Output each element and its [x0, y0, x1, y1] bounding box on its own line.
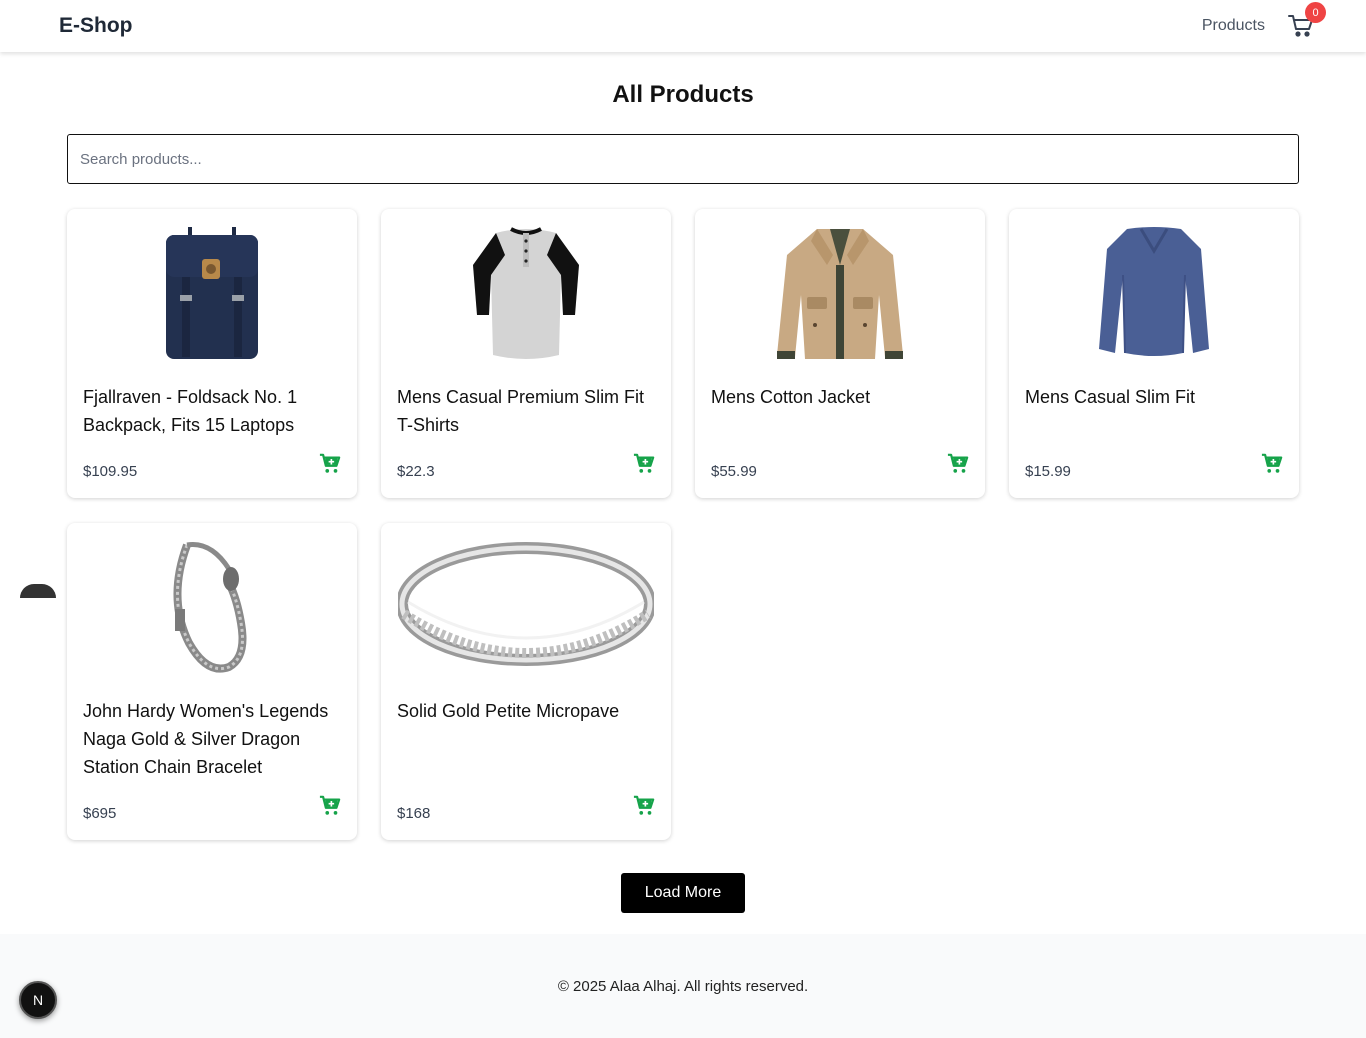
add-to-cart-icon[interactable]	[319, 795, 341, 817]
navbar: E-Shop Products 0	[0, 0, 1366, 52]
silver-ring-image	[398, 542, 654, 666]
add-to-cart-icon[interactable]	[319, 453, 341, 475]
product-price: $168	[397, 805, 431, 822]
product-card[interactable]: Solid Gold Petite Micropave $168	[381, 523, 671, 840]
nav-link-products[interactable]: Products	[1202, 17, 1265, 35]
product-card[interactable]: Mens Cotton Jacket $55.99	[695, 209, 985, 498]
product-grid: Fjallraven - Foldsack No. 1 Backpack, Fi…	[67, 209, 1299, 840]
page-title: All Products	[612, 81, 754, 108]
product-title[interactable]: Mens Casual Premium Slim Fit T-Shirts	[397, 383, 655, 439]
product-price: $55.99	[711, 463, 757, 480]
product-card[interactable]: Fjallraven - Foldsack No. 1 Backpack, Fi…	[67, 209, 357, 498]
add-to-cart-icon[interactable]	[633, 795, 655, 817]
add-to-cart-icon[interactable]	[633, 453, 655, 475]
product-image	[1025, 225, 1283, 361]
card-footer: $168	[397, 795, 655, 822]
main-content: All Products Fjallraven - Foldsack No. 1…	[0, 80, 1366, 913]
card-footer: $109.95	[83, 453, 341, 480]
product-image	[397, 225, 655, 361]
product-price: $15.99	[1025, 463, 1071, 480]
search-input[interactable]	[67, 134, 1299, 184]
nextjs-dev-badge[interactable]: N	[19, 981, 57, 1019]
side-tab-handle[interactable]	[20, 584, 56, 598]
load-more-button[interactable]: Load More	[621, 873, 745, 913]
product-image	[83, 225, 341, 361]
long-sleeve-shirt-image	[1099, 227, 1209, 356]
product-card[interactable]: John Hardy Women's Legends Naga Gold & S…	[67, 523, 357, 840]
card-footer: $15.99	[1025, 453, 1283, 480]
card-footer: $55.99	[711, 453, 969, 480]
card-footer: $22.3	[397, 453, 655, 480]
brand-logo[interactable]: E-Shop	[59, 14, 133, 38]
raglan-tshirt-image	[473, 227, 579, 359]
product-title[interactable]: Mens Casual Slim Fit	[1025, 383, 1283, 411]
backpack-image	[166, 227, 258, 359]
product-card[interactable]: Mens Casual Slim Fit $15.99	[1009, 209, 1299, 498]
cotton-jacket-image	[777, 229, 903, 359]
product-image	[397, 539, 655, 675]
footer: © 2025 Alaa Alhaj. All rights reserved.	[0, 934, 1366, 1038]
product-title[interactable]: John Hardy Women's Legends Naga Gold & S…	[83, 697, 341, 781]
add-to-cart-icon[interactable]	[947, 453, 969, 475]
nav-right: Products 0	[1202, 2, 1326, 40]
product-price: $22.3	[397, 463, 435, 480]
copyright-text: © 2025 Alaa Alhaj. All rights reserved.	[557, 977, 809, 995]
cart-button[interactable]: 0	[1287, 2, 1326, 40]
product-title[interactable]: Mens Cotton Jacket	[711, 383, 969, 411]
product-title[interactable]: Fjallraven - Foldsack No. 1 Backpack, Fi…	[83, 383, 341, 439]
product-price: $695	[83, 805, 117, 822]
product-image	[711, 225, 969, 361]
product-price: $109.95	[83, 463, 138, 480]
card-footer: $695	[83, 795, 341, 822]
product-title[interactable]: Solid Gold Petite Micropave	[397, 697, 655, 725]
add-to-cart-icon[interactable]	[1261, 453, 1283, 475]
product-card[interactable]: Mens Casual Premium Slim Fit T-Shirts $2…	[381, 209, 671, 498]
chain-bracelet-image	[173, 542, 247, 673]
cart-count-badge: 0	[1305, 2, 1326, 23]
product-image	[83, 539, 341, 675]
